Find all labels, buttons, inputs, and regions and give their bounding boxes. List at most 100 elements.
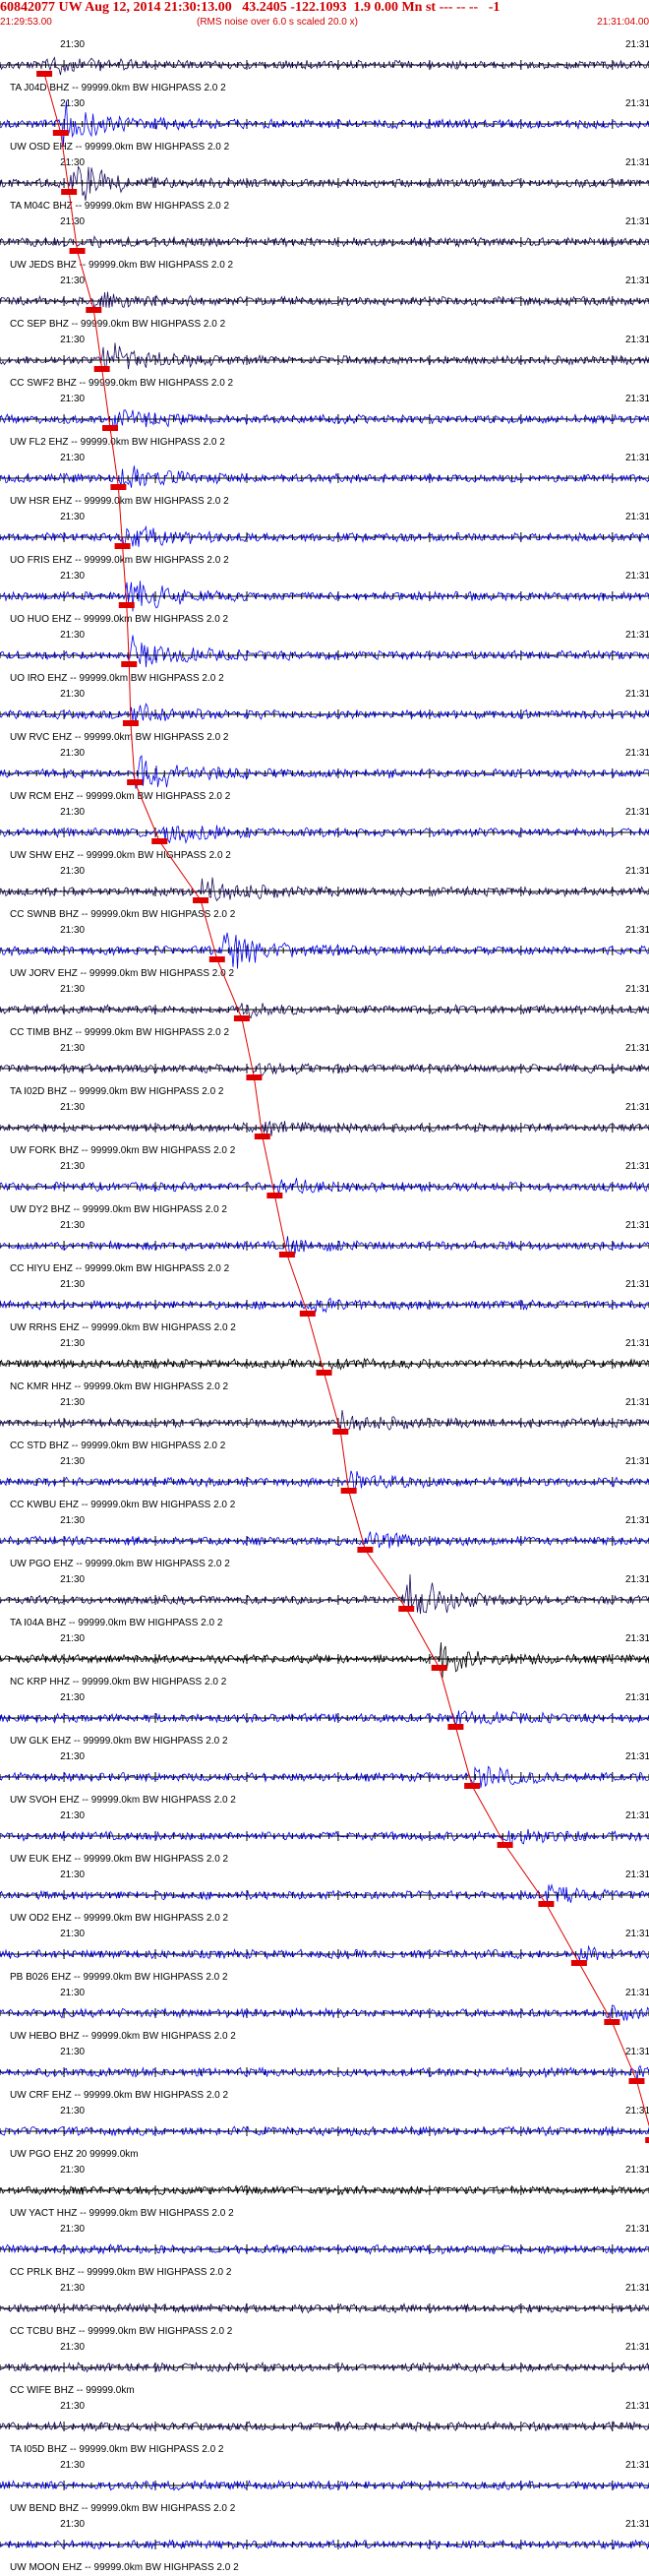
- waveform: [0, 2539, 649, 2550]
- tick-label-2130: 21:30: [60, 984, 85, 995]
- waveform: [0, 56, 649, 76]
- tick-label-2130: 21:30: [60, 748, 85, 759]
- tick-label-2130: 21:30: [60, 1397, 85, 1408]
- station-trace: 21:30 21:31 NC KRP HHZ -- 99999.0km BW HIG…: [0, 1633, 649, 1687]
- tick-label-2130: 21:30: [60, 1870, 85, 1880]
- station-label: UW DY2 BHZ -- 99999.0km BW HIGHPASS 2.0 …: [10, 1204, 227, 1215]
- waveform: [0, 1003, 649, 1019]
- tick-label-2131: 21:31: [625, 984, 649, 995]
- station-label: CC SEP BHZ -- 99999.0km BW HIGHPASS 2.0 …: [10, 319, 226, 330]
- tick-label-2131: 21:31: [625, 807, 649, 818]
- rms-note: (RMS noise over 6.0 s scaled 20.0 x): [197, 17, 358, 28]
- tick-label-2130: 21:30: [60, 2224, 85, 2235]
- station-label: UW FORK BHZ -- 99999.0km BW HIGHPASS 2.0…: [10, 1145, 236, 1156]
- tick-label-2131: 21:31: [625, 2047, 649, 2057]
- station-label: CC SWNB BHZ -- 99999.0km BW HIGHPASS 2.0…: [10, 909, 236, 920]
- station-label: UO FRIS EHZ -- 99999.0km BW HIGHPASS 2.0…: [10, 555, 229, 566]
- tick-label-2130: 21:30: [60, 1810, 85, 1821]
- waveform: [0, 409, 649, 432]
- tick-label-2130: 21:30: [60, 866, 85, 877]
- tick-label-2130: 21:30: [60, 630, 85, 641]
- tick-label-2130: 21:30: [60, 925, 85, 936]
- station-label: UW MOON EHZ -- 99999.0km BW HIGHPASS 2.0…: [10, 2562, 239, 2573]
- tick-label-2131: 21:31: [625, 98, 649, 109]
- station-label: UW FL2 EHZ -- 99999.0km BW HIGHPASS 2.0 …: [10, 437, 225, 448]
- tick-label-2131: 21:31: [625, 2283, 649, 2294]
- waveform: [0, 465, 649, 488]
- station-trace: 21:30 21:31 TA I05D BHZ -- 99999.0km BW HI…: [0, 2401, 649, 2455]
- station-label: UW SVOH EHZ -- 99999.0km BW HIGHPASS 2.0…: [10, 1795, 236, 1806]
- station-label: UW CRF EHZ -- 99999.0km BW HIGHPASS 2.0 …: [10, 2090, 229, 2101]
- tick-label-2130: 21:30: [60, 2519, 85, 2530]
- tick-label-2131: 21:31: [625, 1870, 649, 1880]
- station-label: UW GLK EHZ -- 99999.0km BW HIGHPASS 2.0 …: [10, 1736, 228, 1747]
- waveform: [0, 1828, 649, 1847]
- station-label: TA I05D BHZ -- 99999.0km BW HIGHPASS 2.0…: [10, 2444, 224, 2455]
- station-trace: 21:30 21:31 UW CRF EHZ -- 99999.0km BW HIG…: [0, 2047, 649, 2101]
- tick-label-2131: 21:31: [625, 925, 649, 936]
- tick-label-2130: 21:30: [60, 512, 85, 522]
- tick-label-2131: 21:31: [625, 2165, 649, 2176]
- tick-label-2130: 21:30: [60, 807, 85, 818]
- station-label: TA I02D BHZ -- 99999.0km BW HIGHPASS 2.0…: [10, 1086, 224, 1097]
- station-trace: 21:30 21:31 UW SHW EHZ -- 99999.0km BW HIG…: [0, 807, 649, 861]
- end-time-label: 21:31:04.00: [597, 17, 649, 28]
- tick-label-2130: 21:30: [60, 2283, 85, 2294]
- station-trace: 21:30 21:31 UW OD2 EHZ -- 99999.0km BW HIG…: [0, 1870, 649, 1924]
- tick-label-2131: 21:31: [625, 1397, 649, 1408]
- pick-marker: [645, 2137, 649, 2143]
- tick-label-2131: 21:31: [625, 1279, 649, 1290]
- tick-label-2130: 21:30: [60, 1338, 85, 1349]
- waveform: [0, 165, 649, 201]
- tick-label-2131: 21:31: [625, 1515, 649, 1526]
- station-trace: 21:30 21:31 UW SVOH EHZ -- 99999.0km BW HI…: [0, 1751, 649, 1806]
- tick-label-2130: 21:30: [60, 1456, 85, 1467]
- tick-label-2130: 21:30: [60, 1279, 85, 1290]
- tick-label-2130: 21:30: [60, 2460, 85, 2471]
- seismogram-plot: 21:30 21:31 TA J04D BHZ -- 99999.0km BW HI…: [0, 39, 649, 2573]
- station-label: CC STD BHZ -- 99999.0km BW HIGHPASS 2.0 …: [10, 1441, 226, 1451]
- waveform: [0, 1062, 649, 1076]
- station-trace: 21:30 21:31UW HSR EHZ -- 99999.0km BW HIG…: [0, 453, 649, 507]
- station-trace: 21:30 21:31 UW RRHS EHZ -- 99999.0km BW HI…: [0, 1279, 649, 1333]
- station-trace: 21:30 21:31 CC SWNB BHZ -- 99999.0km BW HI…: [0, 866, 649, 920]
- tick-label-2130: 21:30: [60, 276, 85, 286]
- tick-label-2131: 21:31: [625, 1338, 649, 1349]
- waveform: [0, 100, 649, 146]
- station-label: UW OD2 EHZ -- 99999.0km BW HIGHPASS 2.0 …: [10, 1913, 229, 1924]
- station-trace: 21:30 21:31 TA J04D BHZ -- 99999.0km BW HI…: [0, 39, 649, 93]
- tick-label-2130: 21:30: [60, 1633, 85, 1644]
- station-trace: 21:30 21:31 CC SWF2 BHZ -- 99999.0km BW HI…: [0, 335, 649, 389]
- station-trace: 21:30 21:31 PB B026 EHZ -- 99999.0km BW HI…: [0, 1929, 649, 1983]
- station-trace: 21:30 21:31 CC KWBU EHZ -- 99999.0km BW HI…: [0, 1456, 649, 1510]
- tick-label-2130: 21:30: [60, 1220, 85, 1231]
- station-label: UW RCM EHZ -- 99999.0km BW HIGHPASS 2.0 …: [10, 791, 231, 802]
- tick-label-2131: 21:31: [625, 276, 649, 286]
- waveform: [0, 1883, 649, 1903]
- tick-label-2131: 21:31: [625, 1751, 649, 1762]
- tick-label-2131: 21:31: [625, 394, 649, 404]
- waveform: [0, 825, 649, 844]
- waveform: [0, 1470, 649, 1490]
- station-label: TA I04A BHZ -- 99999.0km BW HIGHPASS 2.0…: [10, 1618, 223, 1628]
- station-trace: 21:30 21:31 CC TIMB BHZ -- 99999.0km BW HI…: [0, 984, 649, 1038]
- tick-label-2130: 21:30: [60, 1692, 85, 1703]
- tick-label-2130: 21:30: [60, 2106, 85, 2116]
- station-trace: 21:30 21:31 UW GLK EHZ -- 99999.0km BW HIG…: [0, 1692, 649, 1747]
- station-trace: 21:30 21:31 CC TCBU BHZ -- 99999.0km BW HI…: [0, 2283, 649, 2337]
- tick-label-2131: 21:31: [625, 1161, 649, 1172]
- tick-label-2130: 21:30: [60, 2047, 85, 2057]
- tick-label-2130: 21:30: [60, 1988, 85, 1998]
- station-label: NC KMR HHZ -- 99999.0km BW HIGHPASS 2.0 …: [10, 1381, 229, 1392]
- tick-label-2131: 21:31: [625, 1456, 649, 1467]
- station-label: UW BEND BHZ -- 99999.0km BW HIGHPASS 2.0…: [10, 2503, 236, 2514]
- tick-label-2131: 21:31: [625, 1633, 649, 1644]
- station-label: UW RRHS EHZ -- 99999.0km BW HIGHPASS 2.0…: [10, 1322, 236, 1333]
- waveform: [0, 1531, 649, 1549]
- tick-label-2131: 21:31: [625, 1692, 649, 1703]
- station-trace: 21:30 21:31 NC KMR HHZ -- 99999.0km BW HIG…: [0, 1338, 649, 1392]
- station-label: UW JEDS BHZ -- 99999.0km BW HIGHPASS 2.0…: [10, 260, 234, 271]
- station-label: NC KRP HHZ -- 99999.0km BW HIGHPASS 2.0 …: [10, 1677, 227, 1687]
- station-label: UW HEBO BHZ -- 99999.0km BW HIGHPASS 2.0…: [10, 2031, 236, 2042]
- tick-label-2130: 21:30: [60, 689, 85, 700]
